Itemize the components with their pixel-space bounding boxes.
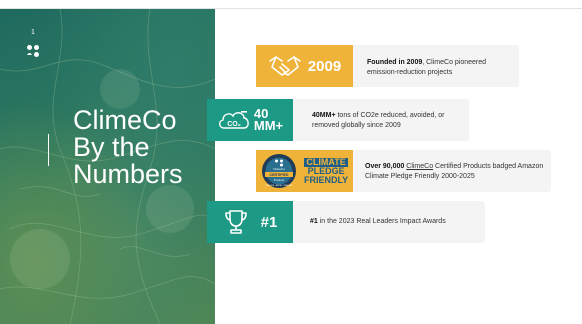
stat-desc-certified: Over 90,000 ClimeCo Certified Products b…: [365, 162, 545, 182]
stat-desc-co2-bold: 40MM+: [312, 112, 336, 119]
handshake-icon: [269, 56, 301, 76]
stat-badge-certified: ClimeCo CERTIFIED Product REDUCE · AVOID…: [256, 150, 353, 192]
climeco-logo-icon: [27, 45, 39, 57]
seal-sub-text: Product: [274, 178, 285, 182]
stat-desc-founded: Founded in 2009, ClimeCo pioneered emiss…: [367, 58, 512, 78]
stat-desc-certified-link[interactable]: ClimeCo: [406, 163, 433, 170]
stat-desc-award-bold: #1: [310, 218, 318, 225]
stat-desc-award: #1 in the 2023 Real Leaders Impact Award…: [310, 217, 480, 227]
stat-value-founded: 2009: [307, 57, 342, 75]
stat-value-co2: 40 MM+: [253, 107, 284, 133]
co2-label: CO₂: [227, 121, 241, 128]
cloud-co2-icon: CO₂: [218, 111, 249, 129]
stat-badge-founded: 2009: [256, 45, 353, 87]
slide-number: 1: [31, 29, 35, 36]
seal-top-text: ClimeCo: [273, 167, 285, 171]
stat-card-founded: 2009 Founded in 2009, ClimeCo pioneered …: [256, 45, 519, 87]
stat-card-certified: ClimeCo CERTIFIED Product REDUCE · AVOID…: [256, 150, 551, 192]
title-line-2: By the: [73, 132, 150, 162]
seal-mid-text: CERTIFIED: [270, 173, 289, 177]
stat-card-co2: CO₂ 40 MM+ 40MM+ tons of CO2e reduced, a…: [207, 99, 469, 141]
stat-desc-award-rest: in the 2023 Real Leaders Impact Awards: [317, 218, 446, 225]
title-accent-bar: [48, 134, 49, 166]
title-line-1: ClimeCo: [73, 105, 177, 135]
stat-badge-award: #1: [207, 201, 293, 243]
stat-value-award: #1: [260, 213, 278, 231]
stat-badge-co2: CO₂ 40 MM+: [207, 99, 293, 141]
climeco-certified-seal-icon: ClimeCo CERTIFIED Product REDUCE · AVOID…: [262, 154, 296, 188]
seal-bottom-text: REDUCE · AVOID · REMOVE: [266, 184, 293, 187]
stat-value-co2-line2: MM+: [253, 118, 284, 133]
stat-desc-founded-bold: Founded in 2009: [367, 59, 423, 66]
climate-pledge-mark: CLIMATE PLEDGE FRIENDLY: [304, 157, 349, 185]
trophy-icon: [224, 210, 247, 234]
stat-desc-certified-bold: Over 90,000: [365, 163, 405, 170]
page-title: ClimeCo By the Numbers: [73, 107, 183, 188]
climate-line-3: FRIENDLY: [304, 174, 349, 185]
stat-desc-co2: 40MM+ tons of CO2e reduced, avoided, or …: [312, 111, 462, 131]
stat-card-award: #1 #1 in the 2023 Real Leaders Impact Aw…: [207, 201, 485, 243]
hero-panel: 1 ClimeCo By the Numbers: [0, 9, 215, 324]
title-line-3: Numbers: [73, 159, 183, 189]
